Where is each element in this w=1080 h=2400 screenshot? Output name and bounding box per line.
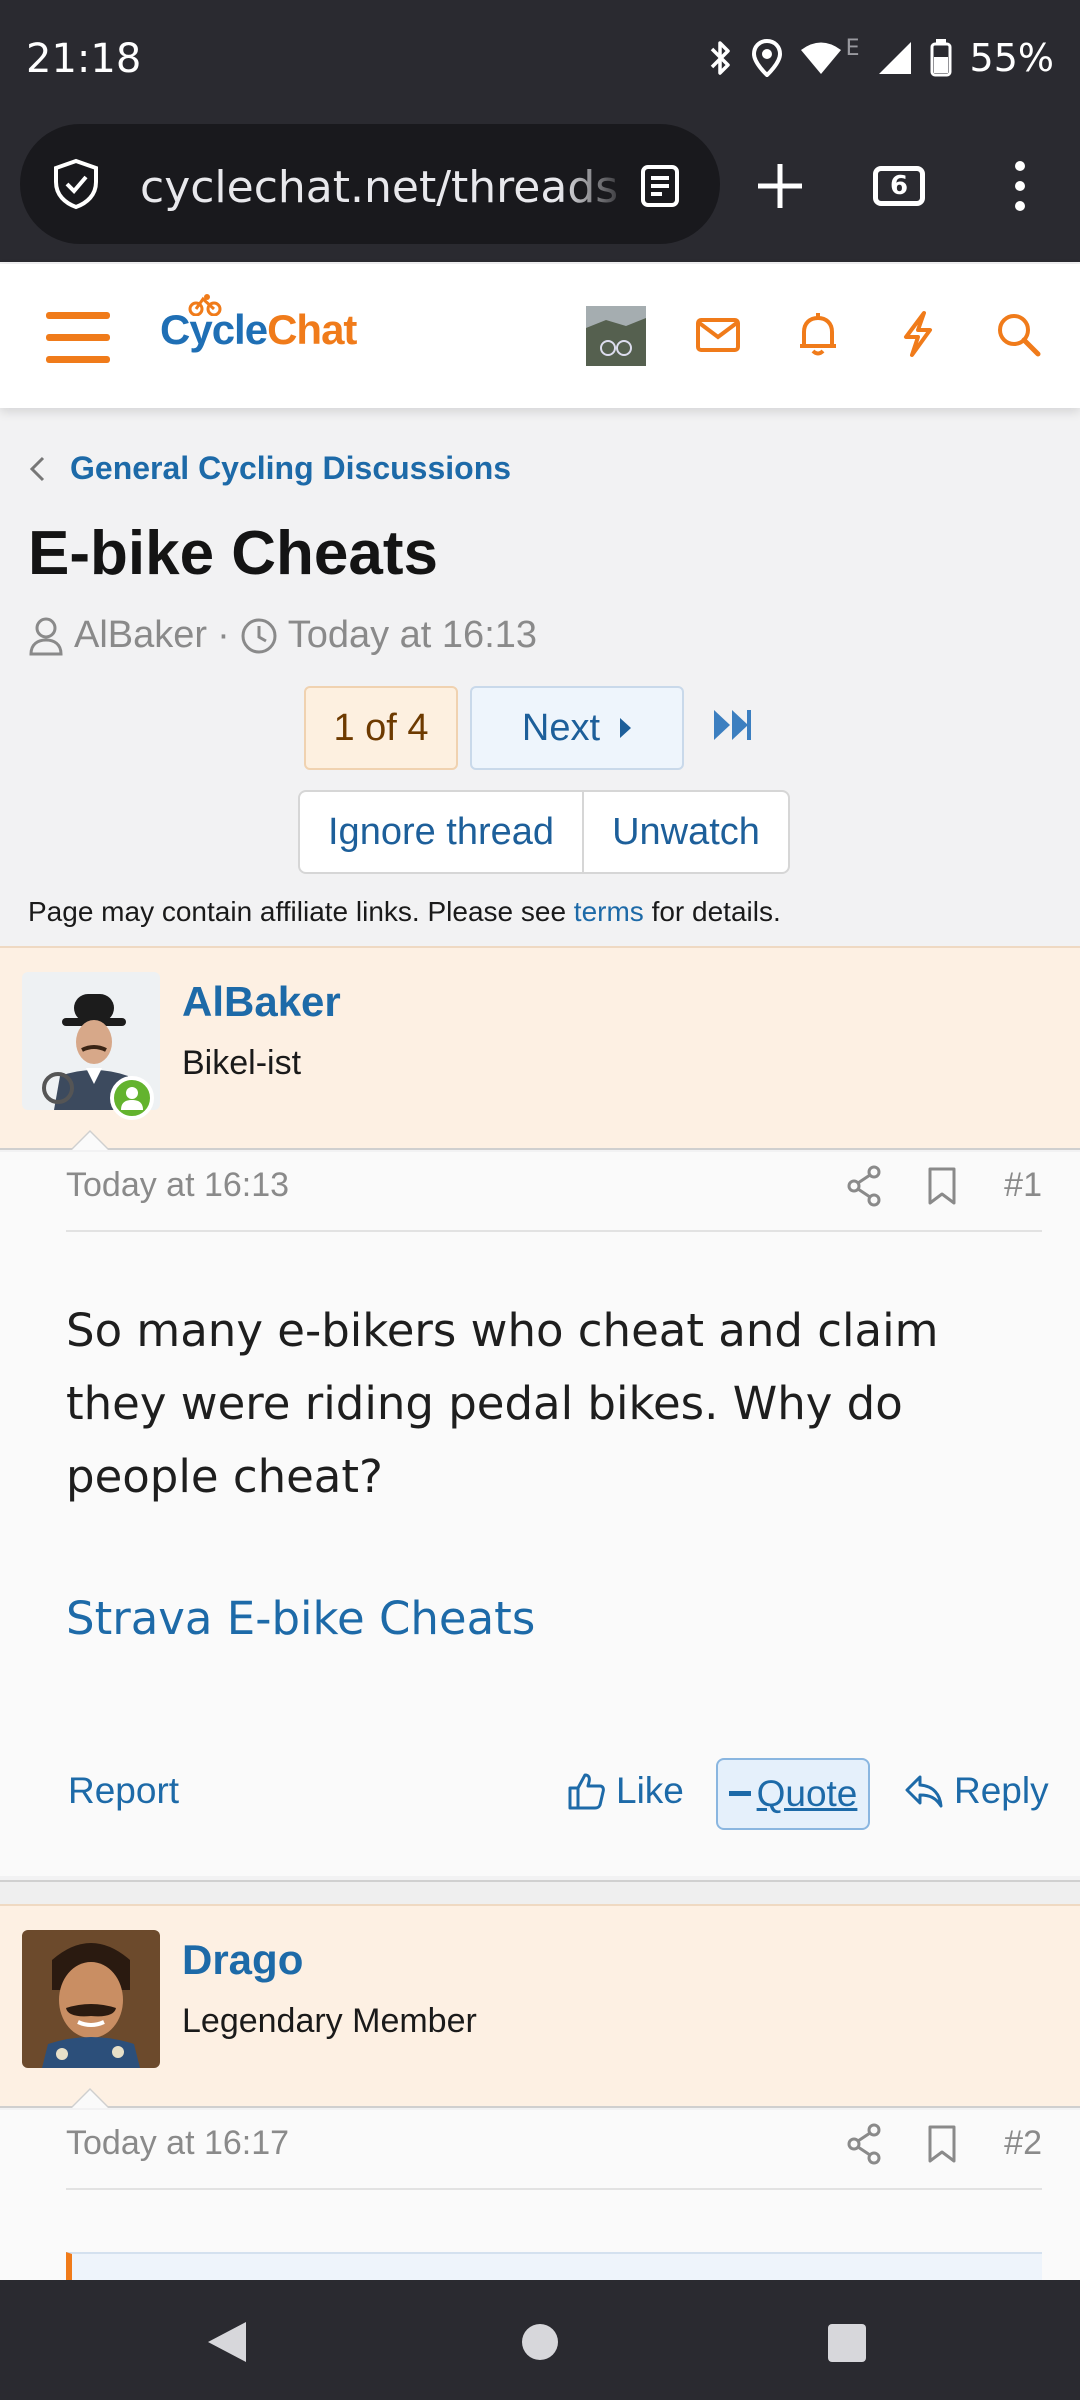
post-username[interactable]: AlBaker bbox=[182, 978, 341, 1026]
quote-block bbox=[66, 2252, 1042, 2282]
signal-icon bbox=[878, 42, 911, 74]
tab-switcher-button[interactable]: 6 bbox=[873, 166, 925, 206]
page-selector[interactable]: 1 of 4 bbox=[304, 686, 458, 770]
hamburger-menu-icon[interactable] bbox=[46, 310, 110, 364]
share-icon[interactable] bbox=[844, 2122, 884, 2166]
online-status-badge bbox=[110, 1076, 154, 1120]
thread-meta: AlBaker · Today at 16:13 bbox=[28, 614, 537, 657]
meta-separator: · bbox=[217, 614, 230, 656]
post-actions: Report Like Quote Reply bbox=[0, 1754, 1080, 1834]
terms-link[interactable]: terms bbox=[574, 896, 644, 927]
breadcrumb-link[interactable]: General Cycling Discussions bbox=[70, 450, 511, 487]
post-user-title: Bikel-ist bbox=[182, 1044, 302, 1082]
caret-right-icon bbox=[620, 718, 632, 738]
new-tab-icon[interactable] bbox=[752, 158, 808, 214]
post-number[interactable]: #2 bbox=[1004, 2124, 1042, 2163]
thread-action-buttons: Ignore thread Unwatch bbox=[298, 790, 790, 874]
status-time: 21:18 bbox=[26, 36, 142, 82]
post-username[interactable]: Drago bbox=[182, 1936, 303, 1984]
ignore-thread-button[interactable]: Ignore thread bbox=[300, 792, 582, 872]
reader-mode-icon[interactable] bbox=[640, 164, 680, 208]
avatar[interactable] bbox=[22, 1930, 160, 2068]
like-button[interactable]: Like bbox=[566, 1770, 684, 1812]
inbox-icon[interactable] bbox=[694, 310, 742, 358]
next-page-button[interactable]: Next bbox=[470, 686, 684, 770]
last-page-icon[interactable] bbox=[712, 708, 752, 742]
affiliate-notice: Page may contain affiliate links. Please… bbox=[28, 896, 781, 927]
share-icon[interactable] bbox=[844, 1164, 884, 1208]
battery-percent: 55% bbox=[969, 36, 1054, 80]
thread-date[interactable]: Today at 16:13 bbox=[288, 614, 537, 657]
shield-icon[interactable] bbox=[52, 158, 100, 210]
user-icon bbox=[29, 617, 63, 655]
post-date-row: Today at 16:13 #1 bbox=[66, 1152, 1042, 1232]
quote-button[interactable]: Quote bbox=[716, 1758, 870, 1830]
recent-apps-icon[interactable] bbox=[828, 2324, 866, 2362]
post-user-title: Legendary Member bbox=[182, 2002, 477, 2040]
bookmark-icon[interactable] bbox=[926, 1166, 958, 1206]
post-date[interactable]: Today at 16:13 bbox=[66, 1166, 289, 1205]
thread-author[interactable]: AlBaker bbox=[74, 614, 207, 657]
wifi-icon bbox=[800, 42, 841, 74]
breadcrumb[interactable]: General Cycling Discussions bbox=[28, 450, 511, 487]
minus-icon bbox=[728, 1791, 751, 1796]
post-date[interactable]: Today at 16:17 bbox=[66, 2124, 289, 2163]
post-link[interactable]: Strava E-bike Cheats bbox=[66, 1592, 535, 1645]
user-avatar[interactable] bbox=[586, 306, 646, 366]
reply-icon bbox=[905, 1775, 943, 1808]
chevron-left-icon bbox=[29, 456, 45, 481]
post-message: So many e-bikers who cheat and claim the… bbox=[66, 1304, 939, 1503]
post-number[interactable]: #1 bbox=[1004, 1166, 1042, 1205]
system-nav-bar bbox=[0, 2280, 1080, 2400]
address-bar[interactable]: cyclechat.net/threads bbox=[20, 124, 720, 244]
post-user-bar: AlBaker Bikel-ist bbox=[0, 946, 1080, 1150]
post-date-row: Today at 16:17 #2 bbox=[66, 2110, 1042, 2190]
url-text[interactable]: cyclechat.net/threads bbox=[140, 162, 620, 213]
bookmark-icon[interactable] bbox=[926, 2124, 958, 2164]
search-icon[interactable] bbox=[994, 310, 1042, 358]
unwatch-button[interactable]: Unwatch bbox=[582, 792, 788, 872]
report-button[interactable]: Report bbox=[68, 1770, 179, 1812]
bell-icon[interactable] bbox=[794, 310, 842, 358]
back-icon[interactable] bbox=[206, 2320, 248, 2364]
home-icon[interactable] bbox=[522, 2324, 558, 2360]
clock-icon bbox=[241, 618, 277, 653]
status-bar: 21:18 E 55% bbox=[0, 0, 1080, 120]
status-icons: E 55% bbox=[706, 36, 1054, 80]
post-separator bbox=[0, 1880, 1080, 1906]
post-user-bar: Drago Legendary Member bbox=[0, 1904, 1080, 2108]
thumbs-up-icon bbox=[568, 1773, 605, 1810]
site-logo[interactable]: CycleChat bbox=[160, 306, 357, 354]
whats-new-bolt-icon[interactable] bbox=[894, 310, 942, 358]
location-icon bbox=[751, 39, 782, 77]
bluetooth-icon bbox=[710, 41, 730, 75]
reply-button[interactable]: Reply bbox=[904, 1770, 1049, 1812]
post-body: Today at 16:13 #1 So many e-bikers who c… bbox=[0, 1152, 1080, 1876]
battery-icon bbox=[930, 39, 952, 77]
network-type-label: E bbox=[845, 35, 860, 61]
overflow-menu-icon[interactable] bbox=[1008, 158, 1032, 214]
page-title: E-bike Cheats bbox=[28, 519, 439, 588]
